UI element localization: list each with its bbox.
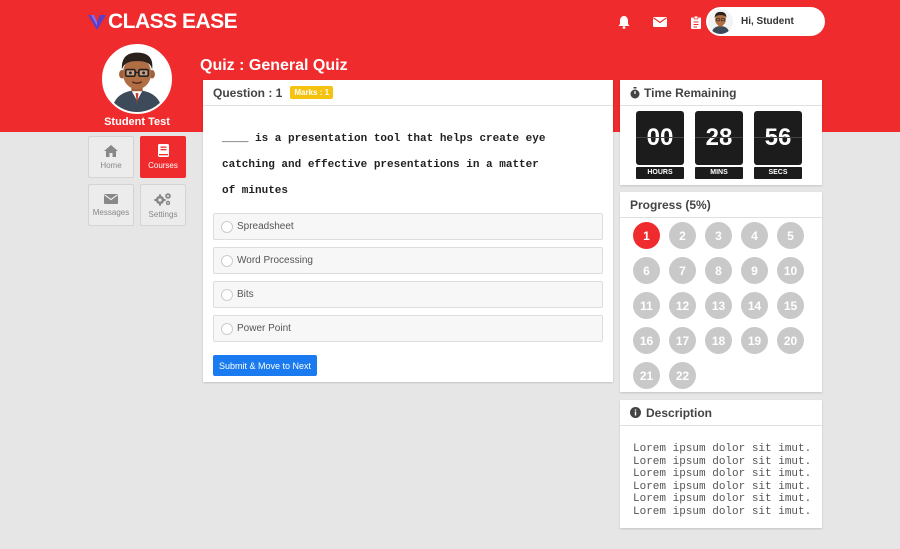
page-title: Quiz : General Quiz — [200, 57, 348, 74]
timer-hours: 00 — [636, 111, 684, 165]
marks-badge: Marks : 1 — [290, 86, 334, 99]
description-line: Lorem ipsum dolor sit imut. — [633, 468, 812, 481]
radio-button[interactable] — [221, 322, 233, 335]
timer-hours-label: HOURS — [636, 167, 684, 179]
question-number-button[interactable]: 19 — [741, 327, 768, 354]
question-line: ____ is a presentation tool that helps c… — [222, 133, 546, 145]
nav-courses[interactable]: Courses — [140, 136, 186, 178]
question-number-button[interactable]: 13 — [705, 292, 732, 319]
user-greeting: Hi, Student — [741, 16, 794, 27]
question-number-button[interactable]: 20 — [777, 327, 804, 354]
answer-option[interactable]: Bits — [213, 281, 603, 308]
user-menu[interactable]: Hi, Student — [706, 7, 825, 36]
timer-seconds-label: SECS — [754, 167, 802, 179]
question-card: Question : 1 Marks : 1 ____ is a present… — [203, 80, 613, 382]
logo-text: CLASS EASE — [108, 10, 238, 33]
logo[interactable]: CLASS EASE — [88, 10, 238, 34]
question-number-button[interactable]: 8 — [705, 257, 732, 284]
nav-settings-label: Settings — [148, 209, 178, 219]
description-line: Lorem ipsum dolor sit imut. — [633, 480, 812, 493]
timer-title: Time Remaining — [644, 85, 737, 100]
question-number-button[interactable]: 17 — [669, 327, 696, 354]
logo-mark-icon — [88, 15, 106, 30]
answer-option[interactable]: Word Processing — [213, 247, 603, 274]
timer-header: Time Remaining — [620, 80, 822, 106]
option-label: Spreadsheet — [237, 221, 294, 232]
timer-minutes-label: MINS — [695, 167, 743, 179]
question-number-button[interactable]: 16 — [633, 327, 660, 354]
nav-messages[interactable]: Messages — [88, 184, 134, 226]
avatar — [708, 9, 733, 34]
progress-header: Progress (5%) — [620, 192, 822, 218]
book-icon — [157, 144, 169, 157]
question-number-button[interactable]: 6 — [633, 257, 660, 284]
question-number-button[interactable]: 14 — [741, 292, 768, 319]
profile-avatar — [102, 44, 172, 114]
profile-name: Student Test — [104, 116, 170, 128]
option-label: Word Processing — [237, 255, 313, 266]
question-navigator: 1 2 3 4 5 6 7 8 9 10 11 12 13 14 15 16 17 18 19 20 21 22 — [633, 222, 804, 389]
timer-minutes: 28 — [695, 111, 743, 165]
option-label: Power Point — [237, 323, 291, 334]
description-line: Lorem ipsum dolor sit imut. — [633, 493, 812, 506]
progress-title: Progress (5%) — [630, 197, 711, 212]
question-number-button[interactable]: 11 — [633, 292, 660, 319]
nav-settings[interactable]: Settings — [140, 184, 186, 226]
description-card: Description Lorem ipsum dolor sit imut. … — [620, 400, 822, 528]
timer-card: Time Remaining 00 HOURS 28 MINS 56 SECS — [620, 80, 822, 185]
question-number-button[interactable]: 1 — [633, 222, 660, 249]
home-icon — [104, 144, 118, 157]
submit-next-button[interactable]: Submit & Move to Next — [213, 355, 318, 376]
question-line: catching and effective presentations in … — [222, 159, 539, 171]
question-number-button[interactable]: 5 — [777, 222, 804, 249]
info-icon — [630, 407, 641, 418]
question-number-button[interactable]: 10 — [777, 257, 804, 284]
question-header: Question : 1 Marks : 1 — [203, 80, 613, 106]
nav-courses-label: Courses — [148, 161, 178, 170]
question-number: Question : 1 — [213, 85, 283, 100]
description-text: Lorem ipsum dolor sit imut. Lorem ipsum … — [633, 443, 811, 519]
question-number-button[interactable]: 15 — [777, 292, 804, 319]
question-number-button[interactable]: 7 — [669, 257, 696, 284]
radio-button[interactable] — [221, 288, 233, 301]
timer-seconds: 56 — [754, 111, 802, 165]
radio-button[interactable] — [221, 254, 233, 267]
nav-home[interactable]: Home — [88, 136, 134, 178]
answer-option[interactable]: Power Point — [213, 315, 603, 342]
envelope-icon[interactable] — [642, 12, 678, 32]
question-number-button[interactable]: 9 — [741, 257, 768, 284]
question-number-button[interactable]: 18 — [705, 327, 732, 354]
description-line: Lorem ipsum dolor sit imut. — [633, 443, 812, 455]
progress-card: Progress (5%) 1 2 3 4 5 6 7 8 9 10 11 12 13 14 15 16 17 1… — [620, 192, 822, 392]
nav-messages-label: Messages — [92, 207, 130, 217]
description-title: Description — [646, 405, 713, 420]
nav-home-label: Home — [100, 160, 122, 170]
question-number-button[interactable]: 12 — [669, 292, 696, 319]
question-number-button[interactable]: 22 — [669, 362, 696, 389]
description-line: Lorem ipsum dolor sit imut. — [633, 455, 812, 468]
envelope-icon — [104, 193, 118, 204]
question-number-button[interactable]: 4 — [741, 222, 768, 249]
stopwatch-icon — [630, 86, 640, 98]
question-line: of minutes — [222, 185, 289, 197]
option-label: Bits — [237, 289, 254, 300]
description-line: Lorem ipsum dolor sit imut. — [633, 505, 812, 518]
question-number-button[interactable]: 3 — [705, 222, 732, 249]
answer-option[interactable]: Spreadsheet — [213, 213, 603, 240]
gears-icon — [154, 192, 171, 206]
description-header: Description — [620, 400, 822, 426]
question-number-button[interactable]: 21 — [633, 362, 660, 389]
question-number-button[interactable]: 2 — [669, 222, 696, 249]
bell-icon[interactable] — [606, 12, 642, 32]
radio-button[interactable] — [221, 220, 233, 233]
question-text: ____ is a presentation tool that helps c… — [222, 126, 582, 204]
